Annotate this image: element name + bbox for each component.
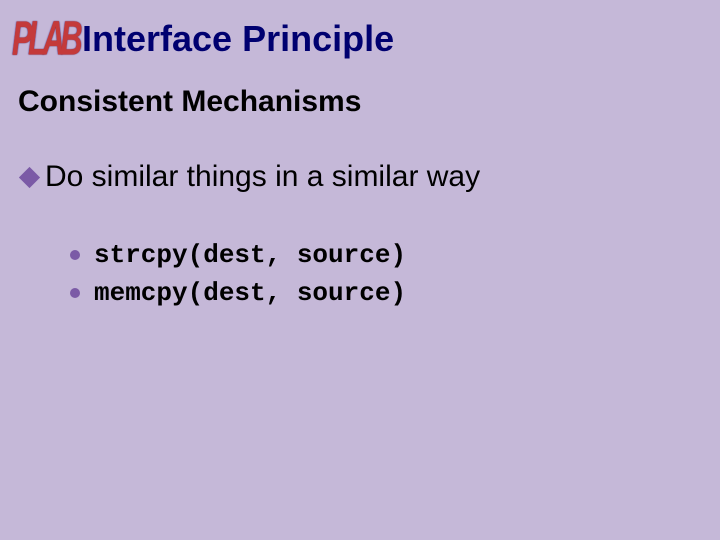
list-item: memcpy(dest, source) xyxy=(70,278,406,308)
sub-bullet-list: strcpy(dest, source) memcpy(dest, source… xyxy=(70,240,406,316)
slide: PLAB Interface Principle Consistent Mech… xyxy=(0,0,720,540)
dot-bullet-icon xyxy=(70,288,80,298)
dot-bullet-icon xyxy=(70,250,80,260)
code-text: memcpy(dest, source) xyxy=(94,278,406,308)
list-item: strcpy(dest, source) xyxy=(70,240,406,270)
logo-text: PLAB xyxy=(12,10,78,67)
code-text: strcpy(dest, source) xyxy=(94,240,406,270)
diamond-bullet-icon xyxy=(19,166,40,187)
main-bullet: Do similar things in a similar way xyxy=(22,160,480,194)
main-bullet-text: Do similar things in a similar way xyxy=(45,160,480,194)
slide-title: Interface Principle xyxy=(82,18,394,60)
slide-subtitle: Consistent Mechanisms xyxy=(18,85,361,119)
plab-logo: PLAB xyxy=(12,10,90,52)
